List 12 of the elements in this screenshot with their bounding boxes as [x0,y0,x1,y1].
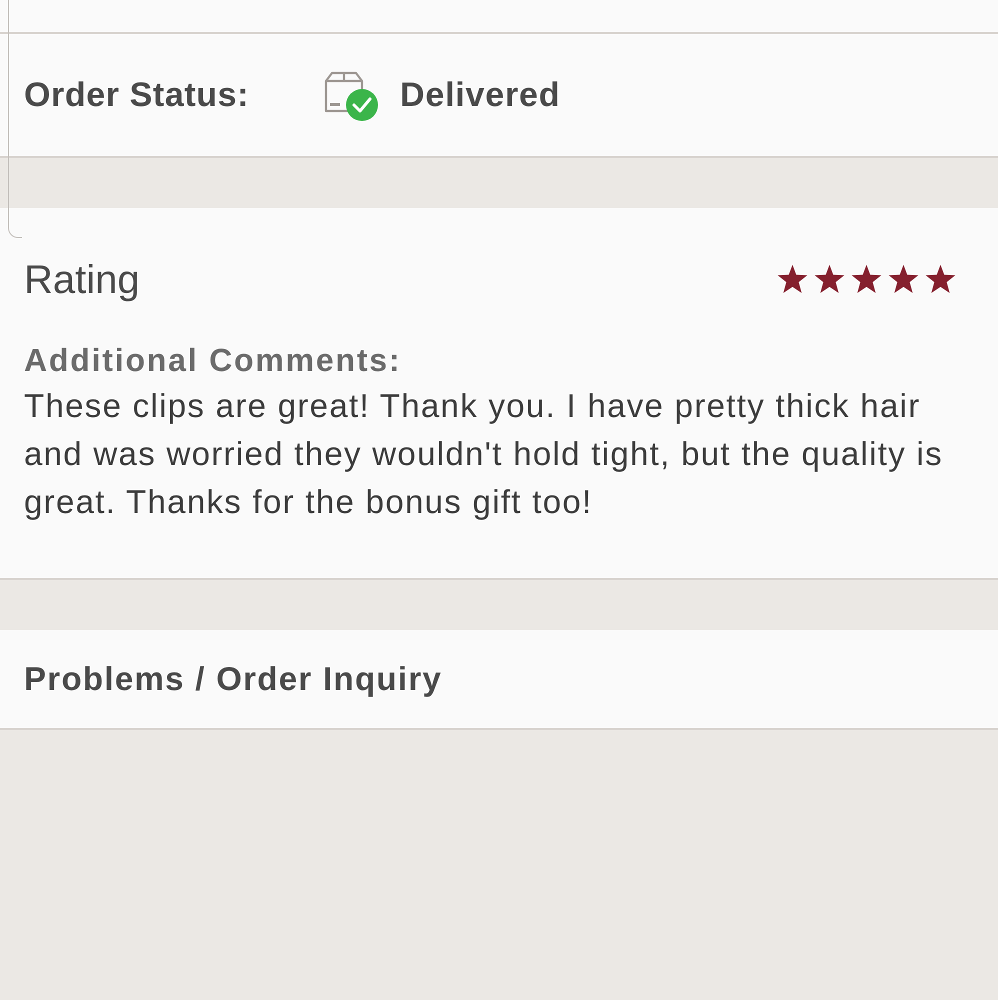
star-icon [925,264,956,294]
star-icon [814,264,845,294]
rating-title: Rating [24,257,140,304]
star-icon [851,264,882,294]
box-check-icon [322,71,380,123]
status-value: Delivered [400,74,560,116]
star-icon [777,264,808,294]
star-icon [888,264,919,294]
comment-text: These clips are great! Thank you. I have pretty thick hair and was worried they wouldn't hold tight, but the quality is great. Thanks for the bonus gift too! [24,386,944,522]
status-label: Order Status: [24,74,250,116]
inquiry-link[interactable]: Problems / Order Inquiry [0,630,998,730]
comments-label: Additional Comments: [24,341,402,380]
